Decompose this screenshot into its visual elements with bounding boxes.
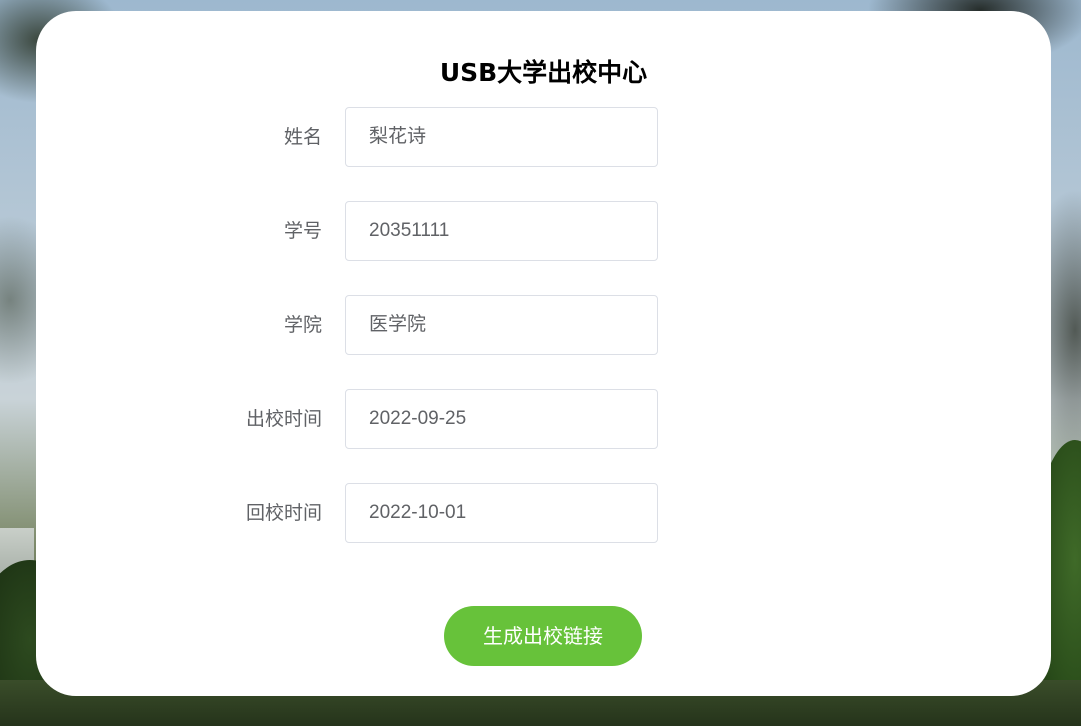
- form-row-college: 学院: [36, 295, 1051, 355]
- form-row-leave-time: 出校时间: [36, 389, 1051, 449]
- leave-time-field[interactable]: [345, 389, 658, 449]
- page-title: USB大学出校中心: [439, 58, 648, 87]
- college-field[interactable]: [345, 295, 658, 355]
- generate-link-button[interactable]: 生成出校链接: [444, 606, 642, 666]
- student-id-label: 学号: [283, 220, 322, 242]
- form-row-return-time: 回校时间: [36, 483, 1051, 543]
- form-card: USB大学出校中心 姓名 学号 学院 出校时间 回校时间 生成出校链接: [36, 11, 1051, 696]
- student-id-field[interactable]: [345, 201, 658, 261]
- name-field[interactable]: [345, 107, 658, 167]
- return-time-field[interactable]: [345, 483, 658, 543]
- form-row-student-id: 学号: [36, 201, 1051, 261]
- leave-time-label: 出校时间: [245, 408, 322, 430]
- form-row-name: 姓名: [36, 107, 1051, 167]
- return-time-label: 回校时间: [245, 502, 322, 524]
- college-label: 学院: [283, 314, 322, 336]
- name-label: 姓名: [283, 126, 322, 148]
